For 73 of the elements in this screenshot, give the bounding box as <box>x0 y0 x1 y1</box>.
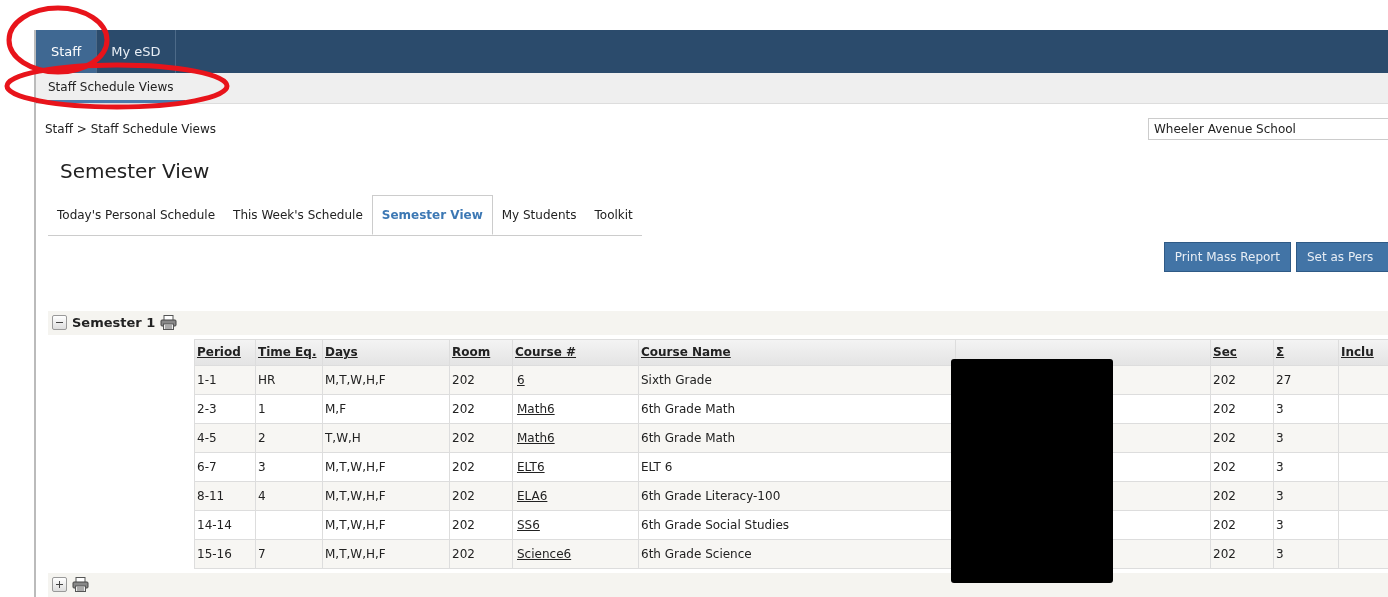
column-header[interactable]: Σ <box>1273 339 1339 366</box>
printer-icon[interactable] <box>72 577 89 593</box>
column-header[interactable]: Sec <box>1210 339 1274 366</box>
table-cell: 4 <box>255 481 323 511</box>
table-cell: 202 <box>1210 481 1274 511</box>
table-cell: 8-11 <box>194 481 256 511</box>
table-cell: 202 <box>449 452 513 482</box>
course-link[interactable]: ELA6 <box>515 489 548 503</box>
table-cell: HR <box>255 365 323 395</box>
table-cell: 3 <box>1273 423 1339 453</box>
expand-button[interactable] <box>52 577 67 593</box>
breadcrumb: Staff > Staff Schedule Views <box>45 120 217 138</box>
table-cell: M,T,W,H,F <box>322 365 450 395</box>
table-cell: 202 <box>1210 452 1274 482</box>
table-cell: M,F <box>322 394 450 424</box>
column-header[interactable]: Time Eq. <box>255 339 323 366</box>
tab[interactable]: My Students <box>492 195 586 236</box>
table-cell: M,T,W,H,F <box>322 452 450 482</box>
page-title: Semester View <box>60 158 210 183</box>
nav-tab[interactable]: My eSD <box>97 30 176 73</box>
table-cell: 202 <box>449 481 513 511</box>
table-cell: 202 <box>449 510 513 540</box>
table-cell: T,W,H <box>322 423 450 453</box>
table-cell: 202 <box>1210 365 1274 395</box>
section-title: Semester 1 <box>72 314 156 333</box>
table-cell: 3 <box>1273 452 1339 482</box>
table-cell: 202 <box>1210 510 1274 540</box>
table-cell: 2 <box>255 423 323 453</box>
table-cell: 1-1 <box>194 365 256 395</box>
table-cell: 14-14 <box>194 510 256 540</box>
tab[interactable]: Today's Personal Schedule <box>48 195 225 236</box>
table-cell: 3 <box>1273 510 1339 540</box>
tab[interactable]: This Week's Schedule <box>224 195 372 236</box>
collapse-button[interactable] <box>52 315 67 331</box>
tab[interactable]: Semester View <box>371 195 493 236</box>
tab[interactable]: Toolkit <box>585 195 642 236</box>
course-link[interactable]: Math6 <box>515 402 555 416</box>
course-link[interactable]: Math6 <box>515 431 555 445</box>
column-header[interactable]: Inclu <box>1338 339 1388 366</box>
table-cell: 202 <box>449 539 513 569</box>
column-header[interactable]: Period <box>194 339 256 366</box>
table-cell: 3 <box>1273 394 1339 424</box>
table-cell: 4-5 <box>194 423 256 453</box>
course-link[interactable]: 6 <box>515 373 525 387</box>
table-cell: 3 <box>1273 481 1339 511</box>
table-cell: 2-3 <box>194 394 256 424</box>
course-link[interactable]: ELT6 <box>515 460 545 474</box>
table-cell: 6-7 <box>194 452 256 482</box>
table-cell: 27 <box>1273 365 1339 395</box>
table-cell: 15-16 <box>194 539 256 569</box>
sub-nav-tab[interactable]: Staff Schedule Views <box>36 73 186 104</box>
table-cell: M,T,W,H,F <box>322 481 450 511</box>
table-cell: 202 <box>1210 394 1274 424</box>
table-cell: 202 <box>449 423 513 453</box>
table-cell: M,T,W,H,F <box>322 510 450 540</box>
course-link[interactable]: SS6 <box>515 518 540 532</box>
column-header[interactable]: Course # <box>512 339 639 366</box>
school-select[interactable]: Wheeler Avenue School <box>1148 117 1388 140</box>
table-cell: M,T,W,H,F <box>322 539 450 569</box>
table-cell: 3 <box>255 452 323 482</box>
column-header[interactable]: Room <box>449 339 513 366</box>
table-cell: 1 <box>255 394 323 424</box>
table-cell: 3 <box>1273 539 1339 569</box>
column-header[interactable]: Days <box>322 339 450 366</box>
table-cell: 202 <box>1210 423 1274 453</box>
action-button[interactable]: Print Mass Report <box>1163 242 1291 273</box>
table-cell: 202 <box>449 365 513 395</box>
printer-icon[interactable] <box>160 315 178 331</box>
table-cell: 202 <box>1210 539 1274 569</box>
table-cell: 7 <box>255 539 323 569</box>
column-header[interactable]: Course Name <box>638 339 956 366</box>
action-button[interactable]: Set as Pers <box>1296 242 1388 273</box>
table-cell: 202 <box>449 394 513 424</box>
